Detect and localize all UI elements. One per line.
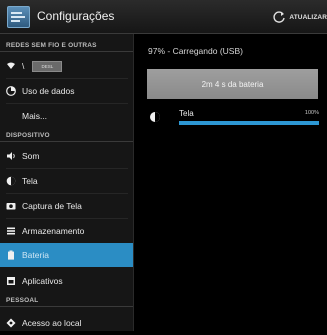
sidebar-item-storage[interactable]: Armazenamento (0, 219, 133, 243)
sidebar-item-label: Mais... (22, 111, 48, 121)
page-title: Configurações (37, 9, 115, 23)
usage-name: Tela (179, 109, 194, 118)
sidebar-item-display[interactable]: Tela (0, 169, 133, 193)
battery-status: 97% - Carregando (USB) (148, 46, 243, 56)
battery-graph[interactable]: 2m 4 s da bateria (147, 69, 318, 99)
usage-bar-fill (179, 121, 319, 125)
sidebar-item-apps[interactable]: Aplicativos (0, 269, 133, 293)
wifi-toggle[interactable]: DESL (32, 60, 63, 72)
sidebar-item-screenshot[interactable]: Captura de Tela (0, 194, 133, 218)
settings-sidebar: REDES SEM FIO E OUTRAS \ DESL Uso de dad… (0, 34, 134, 331)
battery-panel: 97% - Carregando (USB) 2m 4 s da bateria… (134, 34, 327, 331)
sidebar-item-label: Som (22, 151, 40, 161)
brightness-icon (150, 112, 160, 122)
wifi-label: \ (22, 61, 25, 71)
brightness-icon (6, 176, 16, 186)
section-divider (0, 51, 133, 52)
sidebar-item-label: Acesso ao local (22, 318, 82, 328)
section-divider (0, 141, 133, 142)
refresh-button[interactable]: ATUALIZAR (272, 8, 327, 26)
sidebar-item-more[interactable]: Mais... (0, 104, 133, 128)
title-bar: Configurações ATUALIZAR (0, 0, 327, 34)
sidebar-item-label: Captura de Tela (22, 201, 82, 211)
sidebar-item-label: Bateria (22, 250, 49, 260)
settings-app-icon (7, 6, 30, 28)
sidebar-item-label: Tela (22, 176, 38, 186)
sidebar-item-data-usage[interactable]: Uso de dados (0, 79, 133, 103)
usage-percent: 100% (304, 110, 319, 116)
wifi-icon (6, 61, 16, 71)
apps-icon (6, 276, 16, 286)
refresh-label: ATUALIZAR (289, 13, 327, 21)
sidebar-item-wifi[interactable]: \ DESL (0, 54, 133, 78)
storage-icon (6, 226, 16, 236)
sidebar-item-label: Armazenamento (22, 226, 85, 236)
sidebar-item-label: Uso de dados (22, 86, 75, 96)
usage-row-screen[interactable]: Tela 100% (147, 108, 319, 132)
data-usage-icon (6, 86, 16, 96)
usage-bar-track (179, 121, 319, 125)
camera-icon (6, 201, 16, 211)
sidebar-item-label: Aplicativos (22, 276, 63, 286)
battery-icon (6, 250, 16, 260)
sidebar-item-battery[interactable]: Bateria (0, 243, 133, 267)
battery-time-label: 2m 4 s da bateria (201, 79, 264, 89)
speaker-icon (6, 151, 16, 161)
section-header-personal: PESSOAL (6, 297, 39, 304)
section-divider (0, 306, 133, 307)
sidebar-item-sound[interactable]: Som (0, 144, 133, 168)
refresh-icon (273, 11, 286, 23)
sidebar-item-location[interactable]: Acesso ao local (0, 311, 133, 335)
section-header-wireless: REDES SEM FIO E OUTRAS (6, 42, 97, 49)
location-icon (6, 318, 16, 328)
section-header-device: DISPOSITIVO (6, 132, 50, 139)
